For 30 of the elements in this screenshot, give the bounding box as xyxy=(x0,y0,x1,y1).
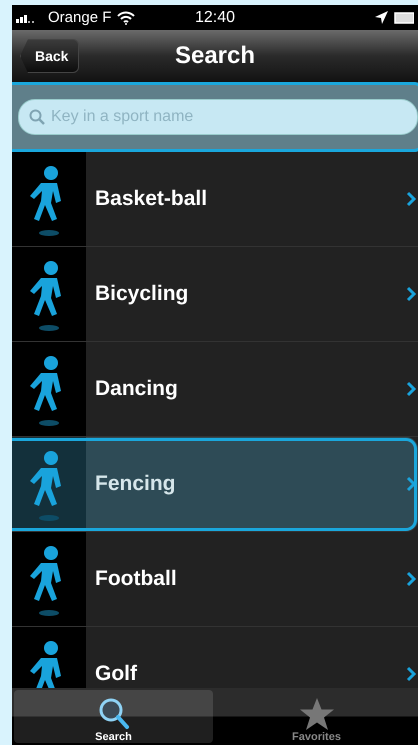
chevron-icon xyxy=(406,286,416,302)
search-icon xyxy=(96,697,130,731)
back-button[interactable]: Back xyxy=(20,39,80,73)
tab-button[interactable]: Search xyxy=(14,690,213,743)
tab-button[interactable]: Favorites xyxy=(217,690,416,743)
wifi-icon xyxy=(117,10,136,24)
sport-row[interactable]: Basket-ball xyxy=(12,152,418,247)
sport-row[interactable]: Golf xyxy=(12,627,418,688)
chevron-icon xyxy=(406,191,416,207)
sport-row[interactable]: Bicycling xyxy=(12,247,418,342)
chevron-icon xyxy=(406,571,416,587)
chevron-icon xyxy=(406,381,416,397)
sport-row[interactable]: Fencing xyxy=(12,437,418,532)
star-icon xyxy=(298,697,334,731)
sport-name: Dancing xyxy=(95,377,179,401)
battery-icon xyxy=(394,12,414,24)
search-field[interactable]: Key in a sport name xyxy=(18,99,418,135)
sport-name: Football xyxy=(95,567,178,591)
location-arrow-icon xyxy=(375,11,388,24)
screen-title: Search xyxy=(174,42,256,70)
chevron-icon xyxy=(406,476,416,492)
clock-time: 12:40 xyxy=(194,8,236,26)
chevron-icon xyxy=(406,666,416,682)
sport-name: Golf xyxy=(95,662,138,686)
sport-name: Bicycling xyxy=(95,282,190,306)
carrier-name: Orange F xyxy=(48,9,112,26)
sport-row[interactable]: Dancing xyxy=(12,342,418,437)
sport-row[interactable]: Football xyxy=(12,532,418,627)
sport-name: Fencing xyxy=(95,472,177,496)
sport-name: Basket-ball xyxy=(95,187,208,211)
